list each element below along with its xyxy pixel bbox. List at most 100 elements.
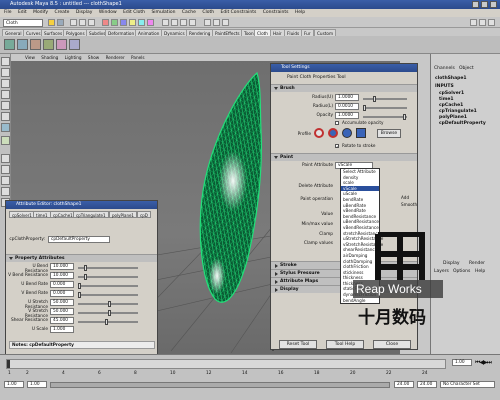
- tab-polygons[interactable]: Polygons: [63, 29, 88, 36]
- rotate-checkbox[interactable]: ✓: [335, 144, 339, 149]
- ae-tab-time[interactable]: time1: [33, 211, 51, 218]
- current-frame-marker[interactable]: [7, 360, 10, 368]
- snap-grid-icon[interactable]: [162, 19, 169, 26]
- range-end-field[interactable]: 24.00: [394, 381, 414, 388]
- opacity-slider[interactable]: [363, 114, 407, 120]
- dropdown-item[interactable]: Select Attribute: [341, 169, 379, 175]
- cloth-cache-icon[interactable]: [56, 39, 67, 50]
- accumulate-checkbox[interactable]: [335, 121, 339, 125]
- tab-cloth[interactable]: Cloth: [254, 29, 271, 36]
- move-tool-icon[interactable]: [1, 90, 10, 99]
- attr-row-slider[interactable]: [78, 310, 138, 316]
- shape-node-name[interactable]: clothShape1: [435, 76, 467, 82]
- manipulator-icon[interactable]: [1, 123, 10, 132]
- create-panel-icon[interactable]: [4, 39, 15, 50]
- minimize-button[interactable]: [472, 1, 479, 8]
- attr-row-slider[interactable]: [78, 274, 138, 280]
- end-time-field[interactable]: 24.00: [417, 381, 437, 388]
- select-object-icon[interactable]: [79, 19, 86, 26]
- tab-custom[interactable]: Custom: [314, 29, 337, 36]
- attr-row-slider[interactable]: [78, 301, 138, 307]
- ae-tab-cpsolver[interactable]: cpSolver1: [9, 211, 35, 218]
- add-radio-label[interactable]: Add: [401, 195, 409, 200]
- tool-settings-titlebar[interactable]: Tool Settings: [271, 64, 417, 72]
- tab-animation[interactable]: Animation: [135, 29, 163, 36]
- render-icon[interactable]: [204, 19, 211, 26]
- options-menu[interactable]: Options: [453, 269, 470, 275]
- brush-section-header[interactable]: Brush: [271, 84, 417, 92]
- range-slider[interactable]: [50, 382, 390, 388]
- node-name-field[interactable]: cpDefaultProperty: [48, 236, 110, 243]
- menu-constraints[interactable]: Constraints: [263, 10, 289, 15]
- select-hierarchy-icon[interactable]: [70, 19, 77, 26]
- menu-edit-constraints[interactable]: Edit Constraints: [221, 10, 257, 15]
- mask-icon[interactable]: [129, 19, 136, 26]
- timeline-track[interactable]: [6, 359, 446, 369]
- create-garment-icon[interactable]: [17, 39, 28, 50]
- attr-row-slider[interactable]: [78, 319, 138, 325]
- mask-icon[interactable]: [147, 19, 154, 26]
- smooth-radio-label[interactable]: Smooth: [401, 202, 417, 207]
- channel-box-toggle-icon[interactable]: [470, 19, 477, 26]
- ae-tab-cptriangulate[interactable]: cpTriangulate1: [73, 211, 109, 218]
- attribute-editor-toggle-icon[interactable]: [479, 19, 486, 26]
- attr-row-field[interactable]: 0.000: [50, 290, 74, 297]
- start-time-field[interactable]: 1.00: [4, 381, 24, 388]
- start-simulation-icon[interactable]: [69, 39, 80, 50]
- menu-help[interactable]: Help: [295, 10, 305, 15]
- attr-row-slider[interactable]: [78, 292, 138, 298]
- four-view-icon[interactable]: [1, 165, 10, 174]
- ae-tab-cpd[interactable]: cpD: [137, 211, 151, 218]
- current-frame-field[interactable]: 1.00: [452, 359, 472, 366]
- menu-simulation[interactable]: Simulation: [151, 10, 175, 15]
- snap-plane-icon[interactable]: [189, 19, 196, 26]
- menu-edit-cloth[interactable]: Edit Cloth: [123, 10, 145, 15]
- menu-cloth[interactable]: Cloth: [202, 10, 214, 15]
- viewport-menu-show[interactable]: Show: [88, 55, 99, 60]
- maximize-button[interactable]: [481, 1, 488, 8]
- tab-fur[interactable]: Fur: [301, 29, 314, 36]
- tab-fluids[interactable]: Fluids: [284, 29, 303, 36]
- ae-tab-polyplane[interactable]: polyPlane1: [109, 211, 137, 218]
- attr-row-field[interactable]: 0.000: [50, 281, 74, 288]
- render-settings-icon[interactable]: [222, 19, 229, 26]
- last-tool-icon[interactable]: [1, 136, 10, 145]
- viewport-menu-renderer[interactable]: Renderer: [106, 55, 125, 60]
- channel-box-tab-object[interactable]: Object: [459, 66, 474, 72]
- create-seam-icon[interactable]: [30, 39, 41, 50]
- menu-window[interactable]: Window: [99, 10, 117, 15]
- menu-display[interactable]: Display: [76, 10, 93, 15]
- layers-menu[interactable]: Layers: [434, 269, 449, 275]
- save-scene-icon[interactable]: [57, 19, 64, 26]
- radius-l-field[interactable]: 0.0010: [335, 103, 359, 110]
- menu-edit[interactable]: Edit: [18, 10, 27, 15]
- attr-row-field[interactable]: 50.000: [50, 308, 74, 315]
- profile-square-icon[interactable]: [356, 128, 366, 138]
- menu-file[interactable]: File: [4, 10, 12, 15]
- layer-tab-display[interactable]: Display: [443, 261, 460, 267]
- mask-icon[interactable]: [102, 19, 109, 26]
- profile-soft-icon[interactable]: [314, 128, 324, 138]
- close-button[interactable]: Close: [373, 340, 411, 349]
- snap-curve-icon[interactable]: [171, 19, 178, 26]
- select-component-icon[interactable]: [88, 19, 95, 26]
- layout-icon[interactable]: [1, 187, 10, 196]
- viewport-menu-lighting[interactable]: Lighting: [65, 55, 82, 60]
- opacity-field[interactable]: 1.0000: [335, 112, 359, 119]
- cloth-solver-icon[interactable]: [43, 39, 54, 50]
- menu-create[interactable]: Create: [54, 10, 69, 15]
- tab-rendering[interactable]: Rendering: [186, 29, 214, 36]
- scale-tool-icon[interactable]: [1, 112, 10, 121]
- attr-row-field[interactable]: 50.000: [50, 299, 74, 306]
- tab-dynamics[interactable]: Dynamics: [161, 29, 188, 36]
- property-attributes-section[interactable]: Property Attributes: [6, 254, 157, 262]
- layout-icon[interactable]: [1, 176, 10, 185]
- viewport-menu-panels[interactable]: Panels: [131, 55, 144, 60]
- profile-circle-icon[interactable]: [342, 128, 352, 138]
- reset-tool-button[interactable]: Reset Tool: [279, 340, 317, 349]
- radius-u-field[interactable]: 1.0000: [335, 94, 359, 101]
- tool-settings-toggle-icon[interactable]: [488, 19, 495, 26]
- mode-combo[interactable]: Cloth: [3, 19, 43, 27]
- attribute-editor-titlebar[interactable]: Attribute Editor: clothShape1: [6, 201, 157, 209]
- tab-deformation[interactable]: Deformation: [105, 29, 138, 36]
